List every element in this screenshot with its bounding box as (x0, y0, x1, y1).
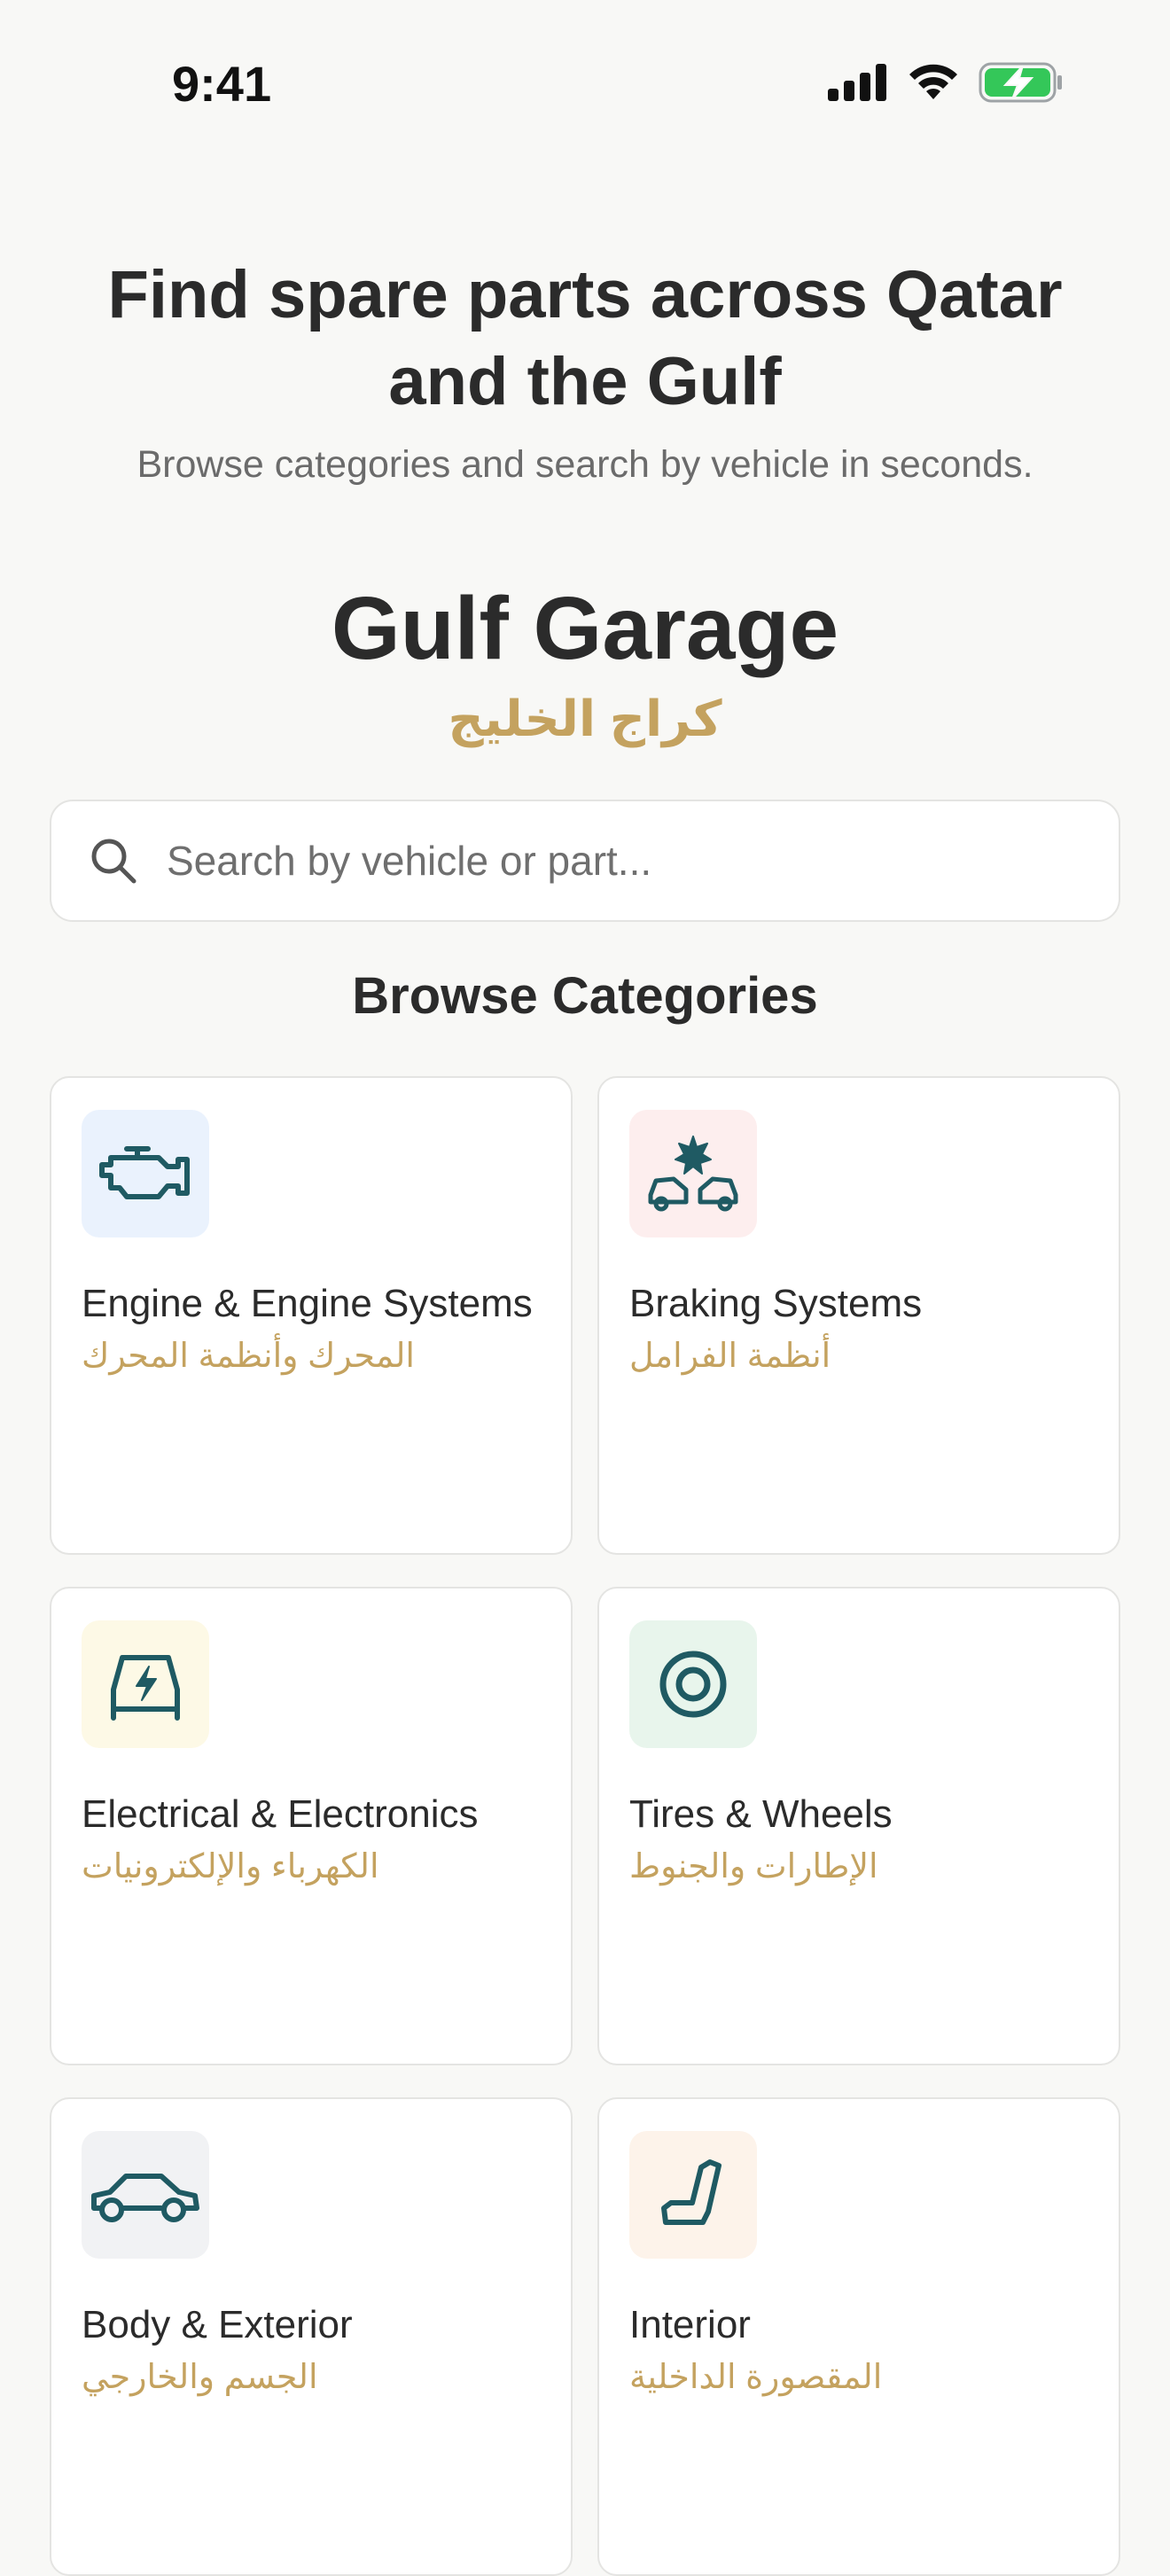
category-subtitle-arabic: الإطارات والجنوط (629, 1848, 878, 1885)
car-body-icon (82, 2131, 209, 2259)
category-title-text: Engine & Engine Systems (82, 1282, 533, 1325)
category-subtitle-arabic: المحرك وأنظمة المحرك (82, 1338, 415, 1375)
category-card-engine[interactable]: Engine & Engine Systems المحرك وأنظمة ال… (50, 1076, 573, 1555)
hero-title: Find spare parts across Qatar and the Gu… (107, 257, 1063, 419)
category-title-text: Braking Systems (629, 1282, 923, 1325)
car-seat-icon (629, 2131, 757, 2259)
category-subtitle-arabic: الجسم والخارجي (82, 2359, 318, 2396)
category-title-text: Interior (629, 2303, 751, 2346)
category-card-braking[interactable]: Braking Systems أنظمة الفرامل (597, 1076, 1120, 1555)
electric-car-icon (82, 1620, 209, 1748)
hero-subtitle: Browse categories and search by vehicle … (136, 443, 1034, 486)
category-title: Engine & Engine Systems المحرك وأنظمة ال… (82, 1280, 551, 1378)
status-icons (828, 62, 1064, 107)
category-title-text: Body & Exterior (82, 2303, 353, 2346)
category-card-electrical[interactable]: Electrical & Electronics الكهرباء والإلك… (50, 1587, 573, 2065)
brand-name: Gulf Garage (331, 579, 839, 678)
categories-grid: Engine & Engine Systems المحرك وأنظمة ال… (50, 1076, 1122, 2576)
wifi-icon (908, 64, 959, 105)
category-title-text: Electrical & Electronics (82, 1792, 479, 1836)
status-time: 9:41 (172, 56, 272, 112)
category-title: Body & Exterior الجسم والخارجي (82, 2301, 551, 2399)
battery-charging-icon (979, 62, 1064, 107)
car-crash-icon (629, 1110, 757, 1237)
search-input[interactable] (165, 836, 1055, 886)
section-title-browse-categories: Browse Categories (352, 967, 818, 1025)
category-card-tires[interactable]: Tires & Wheels الإطارات والجنوط (597, 1587, 1120, 2065)
cellular-signal-icon (828, 64, 888, 105)
brand-name-arabic: كراج الخليج (448, 691, 722, 746)
category-subtitle-arabic: المقصورة الداخلية (629, 2359, 883, 2396)
category-subtitle-arabic: الكهرباء والإلكترونيات (82, 1848, 379, 1885)
category-title: Braking Systems أنظمة الفرامل (629, 1280, 1099, 1378)
category-card-body[interactable]: Body & Exterior الجسم والخارجي (50, 2097, 573, 2576)
search-box[interactable] (50, 800, 1120, 922)
category-subtitle-arabic: أنظمة الفرامل (629, 1338, 831, 1375)
tire-icon (629, 1620, 757, 1748)
category-title: Interior المقصورة الداخلية (629, 2301, 1099, 2399)
category-title-text: Tires & Wheels (629, 1792, 893, 1836)
category-card-interior[interactable]: Interior المقصورة الداخلية (597, 2097, 1120, 2576)
status-bar: 9:41 (0, 0, 1170, 168)
engine-icon (82, 1110, 209, 1237)
category-title: Tires & Wheels الإطارات والجنوط (629, 1791, 1099, 1888)
category-title: Electrical & Electronics الكهرباء والإلك… (82, 1791, 551, 1888)
search-icon (89, 836, 138, 886)
